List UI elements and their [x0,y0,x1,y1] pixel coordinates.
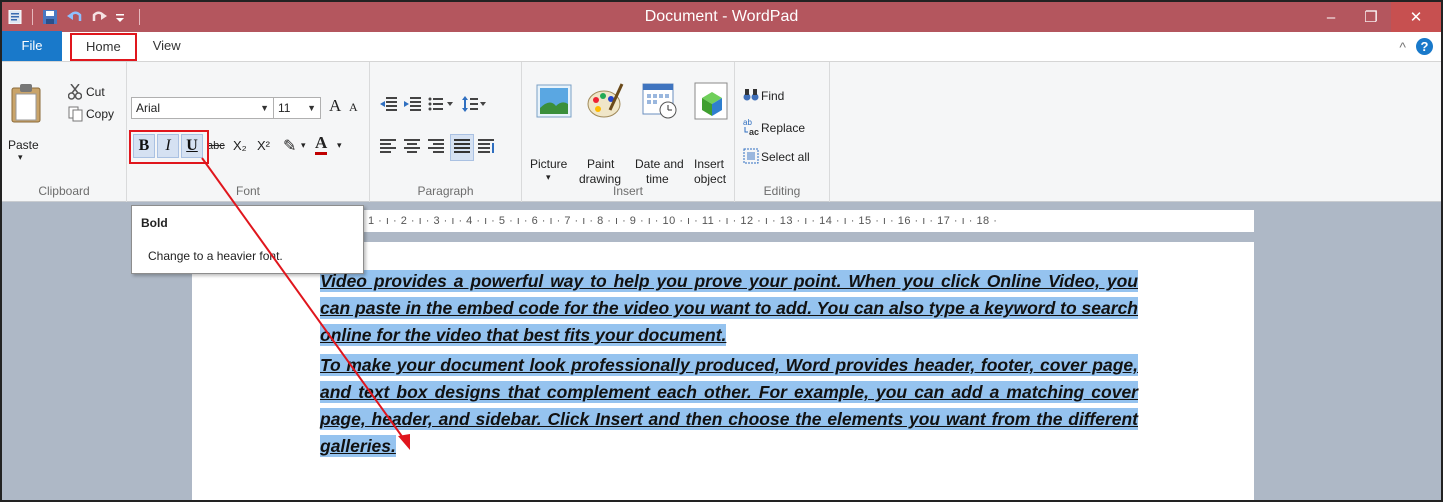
picture-icon[interactable] [536,84,572,121]
font-family-value: Arial [136,101,161,115]
paint-drawing-label-1[interactable]: Paint [587,157,614,171]
font-group-label: Font [235,184,260,198]
bullets-icon[interactable] [428,96,454,115]
insert-object-icon[interactable] [694,82,728,123]
paste-icon[interactable] [10,82,42,127]
document-paragraph[interactable]: To make your document look professionall… [320,352,1138,460]
paint-drawing-icon[interactable] [586,80,624,123]
find-icon[interactable] [743,88,759,105]
customize-qat-icon[interactable] [115,10,129,24]
svg-text:ab: ab [743,118,752,127]
paragraph-group: Paragraph [370,62,522,202]
bold-tooltip: Bold Change to a heavier font. [131,205,364,274]
cut-icon[interactable] [67,83,83,103]
grow-font-button[interactable]: A [329,96,341,116]
align-center-icon[interactable] [404,138,422,157]
align-right-icon[interactable] [428,138,446,157]
tooltip-title: Bold [141,216,168,230]
quick-access-toolbar [2,2,140,32]
font-family-combo[interactable]: Arial ▼ [131,97,274,119]
find-button[interactable]: Find [761,89,784,103]
paste-label[interactable]: Paste [8,138,39,152]
paragraph-settings-icon[interactable] [478,138,496,157]
select-all-icon[interactable] [743,148,759,167]
date-time-icon[interactable] [642,82,678,123]
tab-view[interactable]: View [139,31,195,61]
strikethrough-button[interactable]: abc [207,140,225,152]
insert-group: Picture ▾ Paint drawing Date and time In… [522,62,735,202]
copy-icon[interactable] [68,106,84,125]
insert-object-label-1[interactable]: Insert [694,157,724,171]
insert-group-label: Insert [612,184,643,198]
chevron-down-icon: ▼ [307,103,316,113]
justify-icon[interactable] [450,134,474,161]
paste-dropdown-icon[interactable]: ▾ [18,152,23,163]
chevron-down-icon[interactable]: ▾ [301,140,306,151]
minimize-ribbon-icon[interactable]: ^ [1399,39,1406,55]
selected-text: To make your document look professionall… [320,354,1138,457]
help-icon[interactable]: ? [1416,38,1433,55]
paragraph-group-label: Paragraph [417,184,474,198]
clipboard-group-label: Clipboard [38,184,90,198]
picture-button[interactable]: Picture [530,157,567,171]
increase-indent-icon[interactable] [404,96,422,115]
redo-icon[interactable] [91,10,107,24]
qat-separator [32,9,33,25]
font-color-button[interactable]: A [315,134,328,155]
copy-button[interactable]: Copy [86,107,114,121]
wordpad-window: Document - WordPad – ❐ ✕ File Home View … [0,0,1443,502]
qat-separator [139,9,140,25]
wordpad-app-icon[interactable] [8,9,22,25]
ribbon: Paste ▾ Cut Copy Clipboard Arial ▼ 11 ▼ … [2,62,1441,202]
replace-icon[interactable]: ab ac [743,118,761,139]
help-area: ^ ? [1399,38,1433,55]
title-bar: Document - WordPad – ❐ ✕ [2,2,1441,32]
editing-group: Find ab ac Replace Select all Editing [735,62,830,202]
svg-text:ac: ac [749,127,759,136]
superscript-button[interactable]: X² [257,138,270,153]
font-size-combo[interactable]: 11 ▼ [273,97,321,119]
undo-icon[interactable] [67,10,82,24]
font-size-value: 11 [278,101,291,115]
line-spacing-icon[interactable] [462,96,486,115]
window-controls: – ❐ ✕ [1311,2,1441,32]
restore-button[interactable]: ❐ [1351,2,1391,32]
select-all-button[interactable]: Select all [761,150,810,164]
close-button[interactable]: ✕ [1391,2,1441,32]
annotation-highlight-box [129,130,209,164]
ribbon-tabs: File Home View [2,31,1441,62]
chevron-down-icon: ▼ [260,103,269,113]
editing-group-label: Editing [763,184,801,198]
highlight-button[interactable]: ✎ [283,136,296,156]
chevron-down-icon[interactable]: ▾ [337,140,342,151]
subscript-button[interactable]: X₂ [233,138,247,153]
picture-dropdown-icon[interactable]: ▾ [546,172,551,183]
save-icon[interactable] [43,10,57,24]
date-time-label-1[interactable]: Date and [635,157,684,171]
selected-text: Video provides a powerful way to help yo… [320,270,1138,346]
clipboard-group: Paste ▾ Cut Copy Clipboard [2,62,127,202]
tab-file[interactable]: File [2,31,62,61]
minimize-button[interactable]: – [1311,2,1351,32]
cut-button[interactable]: Cut [86,85,105,99]
decrease-indent-icon[interactable] [380,96,398,115]
window-title: Document - WordPad [644,8,799,25]
align-left-icon[interactable] [380,138,398,157]
replace-button[interactable]: Replace [761,121,805,135]
shrink-font-button[interactable]: A [349,100,358,115]
document-paragraph[interactable]: Video provides a powerful way to help yo… [320,268,1138,349]
tooltip-description: Change to a heavier font. [148,249,283,263]
tab-home[interactable]: Home [70,33,137,61]
